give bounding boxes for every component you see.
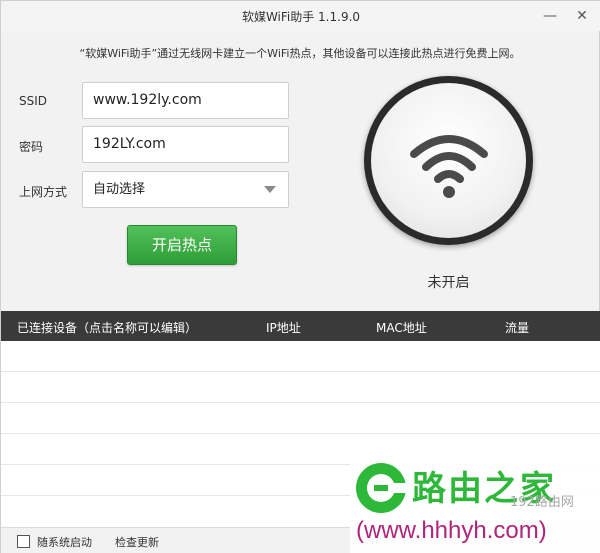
watermark-sub: 192路由网 [510,495,574,510]
check-update-link[interactable]: 检查更新 [115,534,159,550]
password-label: 密码 [19,140,44,154]
mode-select-value: 自动选择 [93,182,146,197]
router-logo-icon [356,463,406,513]
autostart-checkbox[interactable] [17,535,30,548]
title-bar: 软媒WiFi助手 1.1.9.0 — ✕ [1,1,600,31]
table-row-divider [1,402,600,403]
password-input[interactable]: 192LY.com [82,126,289,163]
column-header-mac: MAC地址 [376,321,427,335]
table-row-divider [1,433,600,434]
column-header-ip: IP地址 [266,321,301,335]
mode-select[interactable]: 自动选择 [82,171,289,208]
ssid-input[interactable]: www.192ly.com [82,82,289,119]
mode-label: 上网方式 [19,185,68,199]
close-button[interactable]: ✕ [571,5,593,27]
hotspot-status-indicator [364,76,533,245]
hotspot-status-text: 未开启 [427,275,470,291]
wifi-icon [410,135,488,198]
ssid-label: SSID [19,94,48,108]
status-inner-disc [371,83,526,238]
column-header-device: 已连接设备（点击名称可以编辑） [17,321,198,335]
table-row-divider [1,371,600,372]
watermark-url: (www.hhhyh.com) [356,517,547,544]
app-window: 软媒WiFi助手 1.1.9.0 — ✕ “软媒WiFi助手”通过无线网卡建立一… [0,0,600,553]
start-hotspot-button[interactable]: 开启热点 [127,225,237,265]
device-table-header: 已连接设备（点击名称可以编辑） IP地址 MAC地址 流量 [1,311,600,341]
autostart-label: 随系统启动 [37,536,92,549]
chevron-down-icon [264,186,276,193]
window-title: 软媒WiFi助手 1.1.9.0 [241,10,361,24]
minimize-button[interactable]: — [539,5,561,27]
description-text: “软媒WiFi助手”通过无线网卡建立一个WiFi热点，其他设备可以连接此热点进行… [79,47,521,60]
column-header-traffic: 流量 [505,321,530,335]
watermark: 路由之家 192路由网 (www.hhhyh.com) [350,457,600,553]
